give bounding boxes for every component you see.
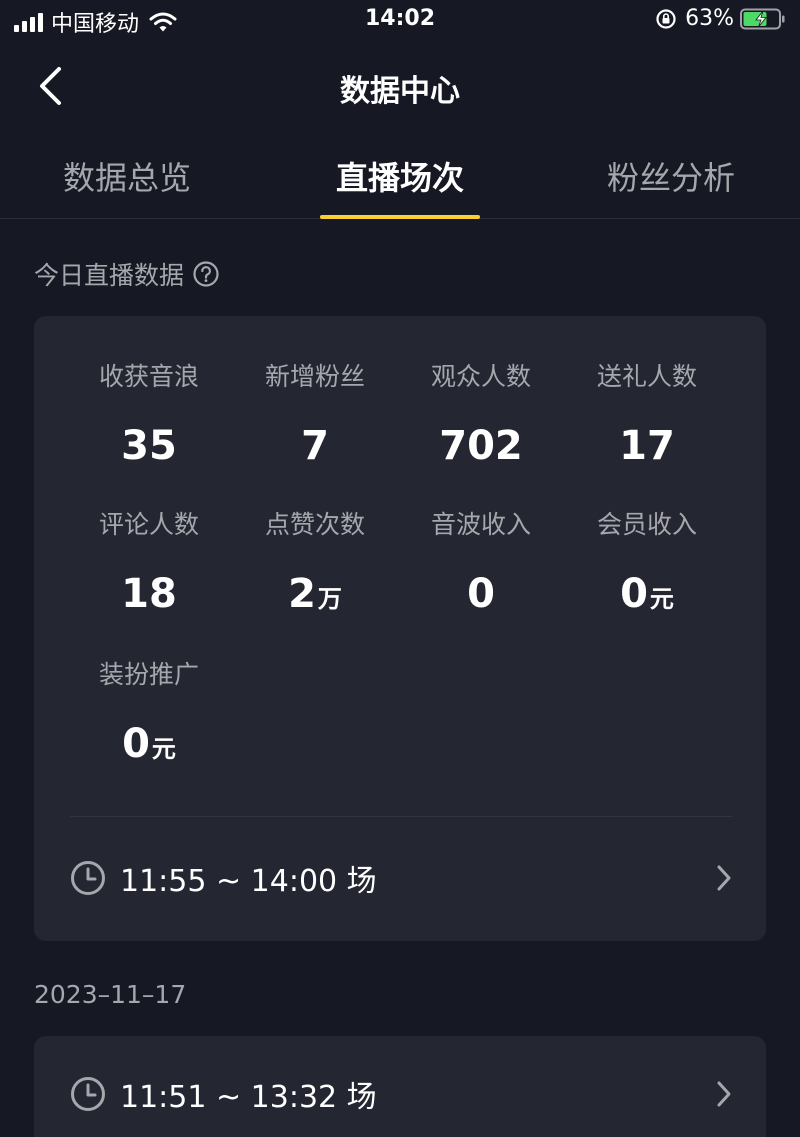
stat-member-income: 会员收入 0元	[564, 508, 730, 624]
card-divider	[70, 816, 732, 817]
stat-unit: 万	[317, 585, 342, 613]
stat-value: 35	[121, 423, 177, 469]
stat-value-row: 17	[564, 424, 730, 476]
stat-label: 新增粉丝	[264, 362, 365, 391]
question-circle-icon[interactable]	[192, 260, 220, 288]
session-row-history[interactable]: 11:51 ~ 13:32 场	[70, 1062, 732, 1126]
battery-percent: 63%	[685, 6, 734, 31]
today-section-label: 今日直播数据	[34, 256, 220, 292]
stat-label: 送礼人数	[596, 362, 697, 391]
nav-bar: 数据中心	[0, 52, 800, 122]
stat-label: 评论人数	[98, 510, 199, 539]
stat-commenters: 评论人数 18	[66, 508, 232, 624]
active-tab-indicator	[320, 215, 480, 219]
today-section-title: 今日直播数据	[34, 261, 185, 290]
stat-value: 0	[122, 721, 150, 767]
chevron-right-icon	[717, 1081, 731, 1107]
chevron-right-icon	[717, 865, 731, 891]
stat-value-row: 0元	[66, 722, 232, 774]
stat-value-row: 0	[398, 572, 564, 624]
stat-value-row: 18	[66, 572, 232, 624]
page-title: 数据中心	[340, 74, 460, 109]
stat-value-row: 0元	[564, 572, 730, 624]
stat-sound-waves: 收获音浪 35	[66, 360, 232, 476]
battery-charging-icon	[740, 8, 785, 29]
status-bar: 中国移动 14:02 63%	[0, 0, 800, 40]
stat-label: 音波收入	[430, 510, 531, 539]
stat-wave-income: 音波收入 0	[398, 508, 564, 624]
stat-value-row: 7	[232, 424, 398, 476]
stat-label: 收获音浪	[98, 362, 199, 391]
stat-label: 点赞次数	[264, 510, 365, 539]
stat-viewers: 观众人数 702	[398, 360, 564, 476]
stat-gift-senders: 送礼人数 17	[564, 360, 730, 476]
session-row-today[interactable]: 11:55 ~ 14:00 场	[70, 846, 732, 910]
stat-value-row: 35	[66, 424, 232, 476]
tab-bar: 数据总览 直播场次 粉丝分析	[0, 135, 800, 219]
status-right: 63%	[655, 6, 786, 31]
stat-value-row: 2万	[232, 572, 398, 624]
today-stats-card: 收获音浪 35 新增粉丝 7 观众人数 702 送礼人数 17 评论人数 18 …	[34, 316, 766, 941]
stat-value-row: 702	[398, 424, 564, 476]
tab-live-sessions[interactable]: 直播场次	[336, 153, 464, 213]
stat-new-fans: 新增粉丝 7	[232, 360, 398, 476]
stat-value: 702	[439, 423, 523, 469]
tab-overview[interactable]: 数据总览	[63, 153, 191, 213]
stat-label: 会员收入	[596, 510, 697, 539]
stat-value: 0	[620, 571, 648, 617]
stat-unit: 元	[151, 735, 176, 763]
stat-likes: 点赞次数 2万	[232, 508, 398, 624]
stat-value: 17	[619, 423, 675, 469]
stat-value: 0	[467, 571, 495, 617]
stat-label: 观众人数	[430, 362, 531, 391]
history-date: 2023–11–17	[34, 980, 187, 1009]
history-session-card: 11:51 ~ 13:32 场	[34, 1036, 766, 1137]
session-time: 11:51 ~ 13:32 场	[120, 1080, 377, 1115]
clock-icon	[71, 861, 105, 895]
stat-value: 18	[121, 571, 177, 617]
lock-rotation-icon	[656, 8, 676, 29]
stat-value: 2	[288, 571, 316, 617]
stat-decor-promotion: 装扮推广 0元	[66, 658, 232, 774]
screen: 中国移动 14:02 63% 数据中心 数据总览 直播场次 粉丝分析 今日直播数…	[0, 0, 800, 1137]
stat-value: 7	[301, 423, 329, 469]
clock-icon	[71, 1077, 105, 1111]
session-time: 11:55 ~ 14:00 场	[120, 864, 377, 899]
stat-label: 装扮推广	[98, 660, 199, 689]
stat-unit: 元	[649, 585, 674, 613]
tab-fan-analysis[interactable]: 粉丝分析	[607, 153, 735, 213]
